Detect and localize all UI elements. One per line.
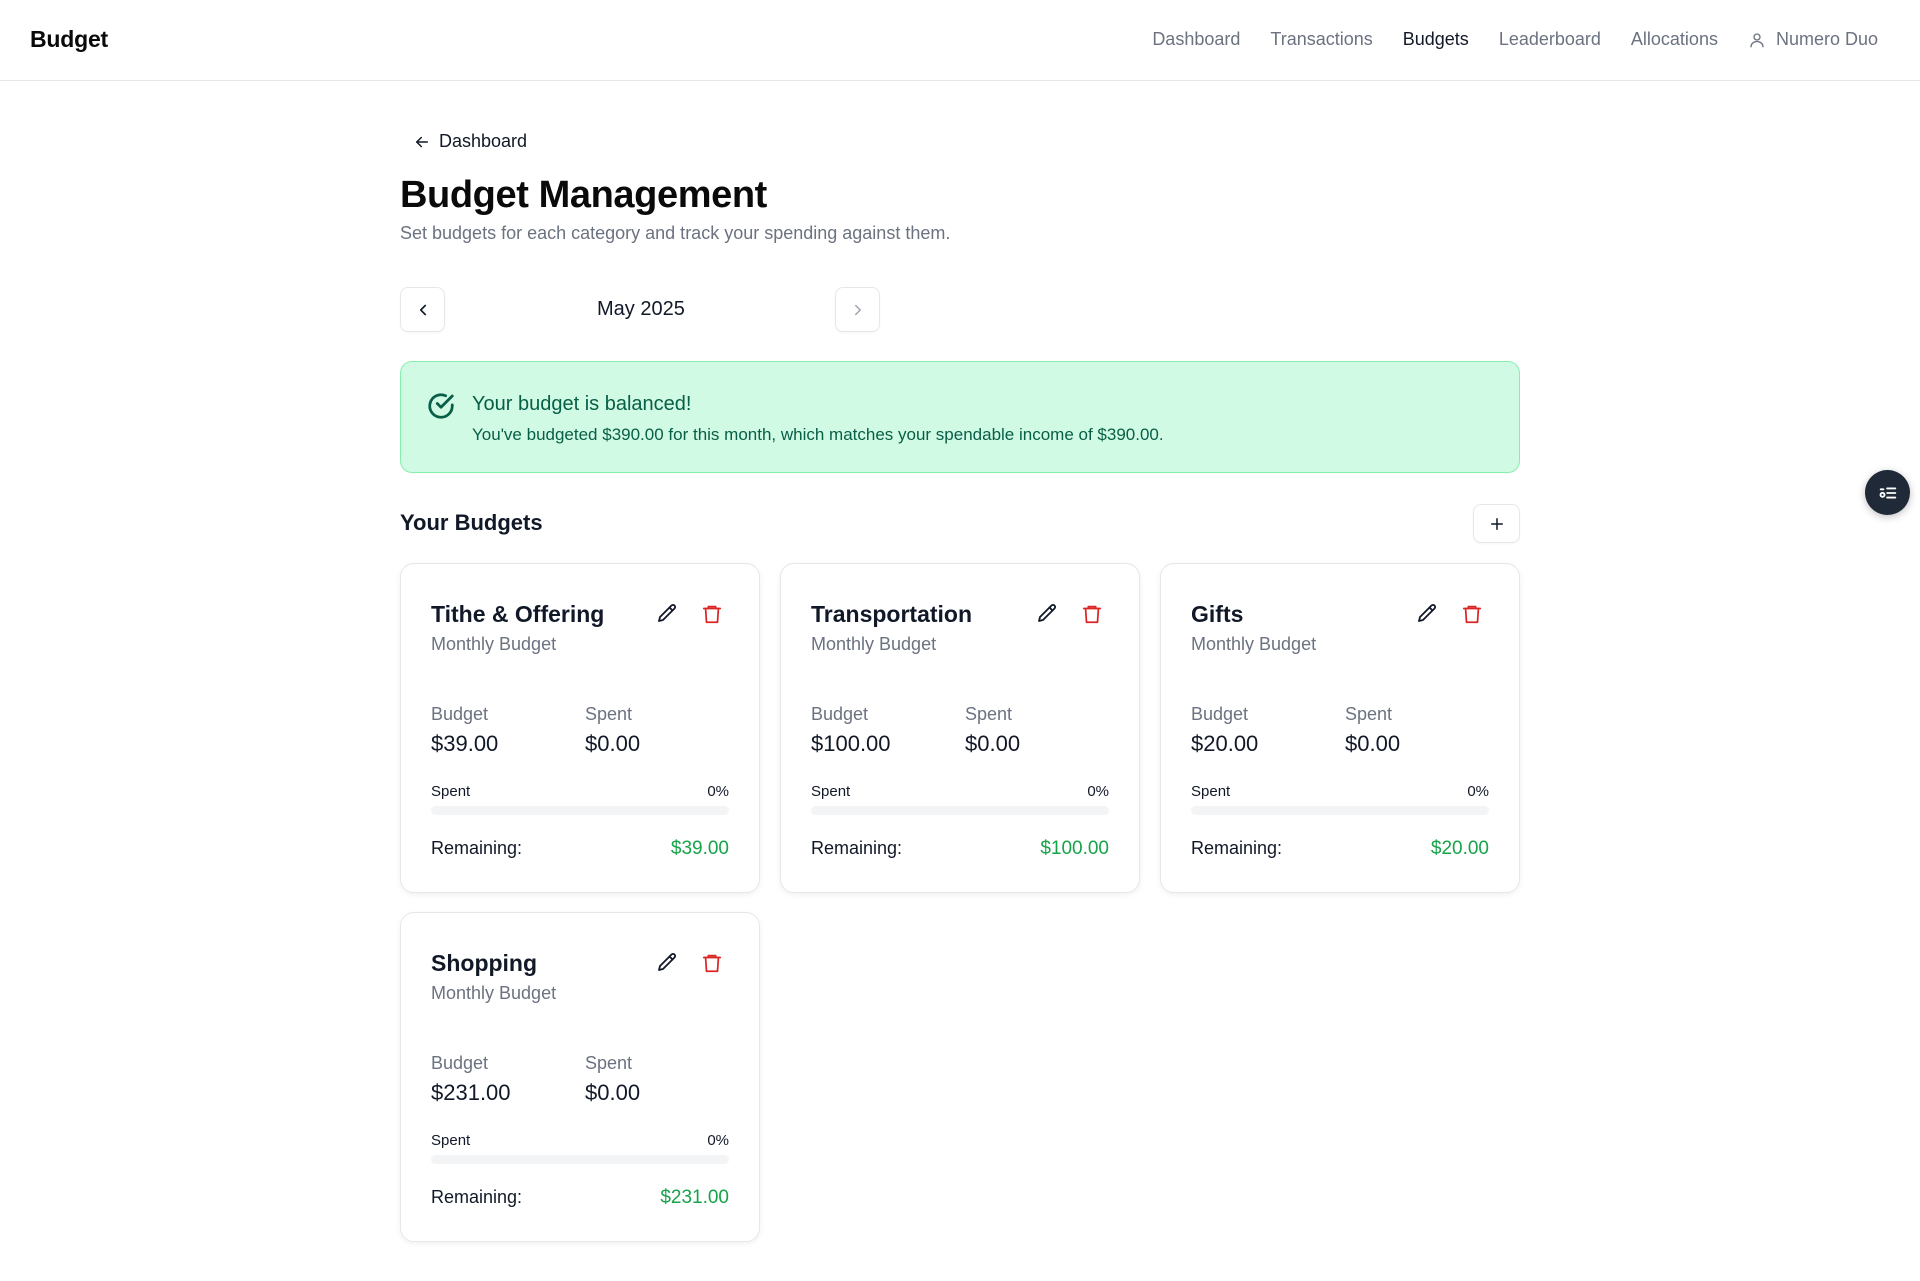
budget-label: Budget xyxy=(1191,704,1249,724)
nav-item-budgets[interactable]: Budgets xyxy=(1403,29,1469,50)
pencil-icon[interactable] xyxy=(655,951,679,975)
page-subtitle: Set budgets for each category and track … xyxy=(400,223,951,243)
budget-category: Gifts xyxy=(1191,601,1244,627)
next-month-button[interactable] xyxy=(835,287,880,332)
nav-item-allocations[interactable]: Allocations xyxy=(1631,29,1718,50)
budget-card: Gifts Monthly Budget Budget Spent $20.00… xyxy=(1160,563,1520,893)
list-settings-icon xyxy=(1879,487,1896,498)
nav-item-dashboard[interactable]: Dashboard xyxy=(1152,29,1240,50)
current-month: May 2025 xyxy=(597,298,685,320)
prev-month-button[interactable] xyxy=(400,287,445,332)
add-budget-button[interactable] xyxy=(1473,504,1520,543)
remaining-amount: $100.00 xyxy=(1040,838,1109,859)
budget-category: Shopping xyxy=(431,950,538,976)
pencil-icon[interactable] xyxy=(1415,602,1439,626)
spent-amount: $0.00 xyxy=(585,731,641,756)
top-navbar: Budget Dashboard Transactions Budgets Le… xyxy=(0,0,1920,81)
budget-period: Monthly Budget xyxy=(431,634,557,654)
progress-bar xyxy=(811,806,1109,815)
progress-label: Spent xyxy=(811,783,851,800)
spent-label: Spent xyxy=(585,1053,633,1073)
progress-bar xyxy=(431,1155,729,1164)
back-link-label: Dashboard xyxy=(439,131,528,151)
spent-label: Spent xyxy=(585,704,633,724)
budget-card: Shopping Monthly Budget Budget Spent $23… xyxy=(400,912,760,1242)
remaining-amount: $20.00 xyxy=(1430,838,1489,859)
budget-label: Budget xyxy=(811,704,869,724)
remaining-label: Remaining: xyxy=(811,838,903,858)
spent-amount: $0.00 xyxy=(965,731,1021,756)
pencil-icon[interactable] xyxy=(655,602,679,626)
month-selector: May 2025 xyxy=(400,287,880,333)
progress-label: Spent xyxy=(431,1132,471,1149)
progress-percent: 0% xyxy=(707,1132,729,1149)
remaining-amount: $231.00 xyxy=(660,1187,729,1208)
spent-label: Spent xyxy=(965,704,1013,724)
page-title: Budget Management xyxy=(400,174,767,216)
progress-percent: 0% xyxy=(707,783,729,800)
spent-label: Spent xyxy=(1345,704,1393,724)
trash-icon[interactable] xyxy=(1081,602,1103,626)
budget-amount: $100.00 xyxy=(811,731,891,756)
budget-period: Monthly Budget xyxy=(811,634,937,654)
spent-amount: $0.00 xyxy=(585,1080,641,1105)
budget-card: Tithe & Offering Monthly Budget Budget S… xyxy=(400,563,760,893)
nav-item-transactions[interactable]: Transactions xyxy=(1270,29,1372,50)
trash-icon[interactable] xyxy=(1461,602,1483,626)
budget-category: Tithe & Offering xyxy=(431,601,605,627)
floating-menu-button[interactable] xyxy=(1865,470,1910,515)
budget-period: Monthly Budget xyxy=(1191,634,1317,654)
check-circle-icon xyxy=(428,393,454,419)
remaining-label: Remaining: xyxy=(1191,838,1283,858)
remaining-amount: $39.00 xyxy=(670,838,729,859)
pencil-icon[interactable] xyxy=(1035,602,1059,626)
plus-icon xyxy=(1490,517,1503,530)
budget-amount: $231.00 xyxy=(431,1080,511,1105)
chevron-left-icon xyxy=(419,304,426,315)
budget-category: Transportation xyxy=(811,601,973,627)
progress-label: Spent xyxy=(1191,783,1231,800)
budget-balanced-alert: Your budget is balanced! You've budgeted… xyxy=(400,361,1520,473)
progress-percent: 0% xyxy=(1087,783,1109,800)
remaining-label: Remaining: xyxy=(431,1187,523,1207)
budget-amount: $39.00 xyxy=(431,731,499,756)
trash-icon[interactable] xyxy=(701,951,723,975)
progress-label: Spent xyxy=(431,783,471,800)
spent-amount: $0.00 xyxy=(1345,731,1401,756)
chevron-right-icon xyxy=(854,304,861,315)
budget-label: Budget xyxy=(431,704,489,724)
alert-text: You've budgeted $390.00 for this month, … xyxy=(472,425,1164,444)
user-menu[interactable]: Numero Duo xyxy=(1748,29,1878,50)
user-name: Numero Duo xyxy=(1775,29,1878,49)
budget-amount: $20.00 xyxy=(1191,731,1259,756)
progress-bar xyxy=(1191,806,1489,815)
budget-label: Budget xyxy=(431,1053,489,1073)
section-title: Your Budgets xyxy=(400,510,543,535)
main-nav: Dashboard Transactions Budgets Leaderboa… xyxy=(1152,29,1878,50)
progress-percent: 0% xyxy=(1467,783,1489,800)
nav-item-leaderboard[interactable]: Leaderboard xyxy=(1499,29,1601,50)
budget-period: Monthly Budget xyxy=(431,983,557,1003)
brand-logo[interactable]: Budget xyxy=(30,26,108,53)
remaining-label: Remaining: xyxy=(431,838,523,858)
trash-icon[interactable] xyxy=(701,602,723,626)
arrow-left-icon xyxy=(416,136,428,147)
alert-title: Your budget is balanced! xyxy=(472,393,692,415)
progress-bar xyxy=(431,806,729,815)
back-link[interactable]: Dashboard xyxy=(413,131,527,152)
budget-card: Transportation Monthly Budget Budget Spe… xyxy=(780,563,1140,893)
user-icon xyxy=(1750,32,1764,47)
